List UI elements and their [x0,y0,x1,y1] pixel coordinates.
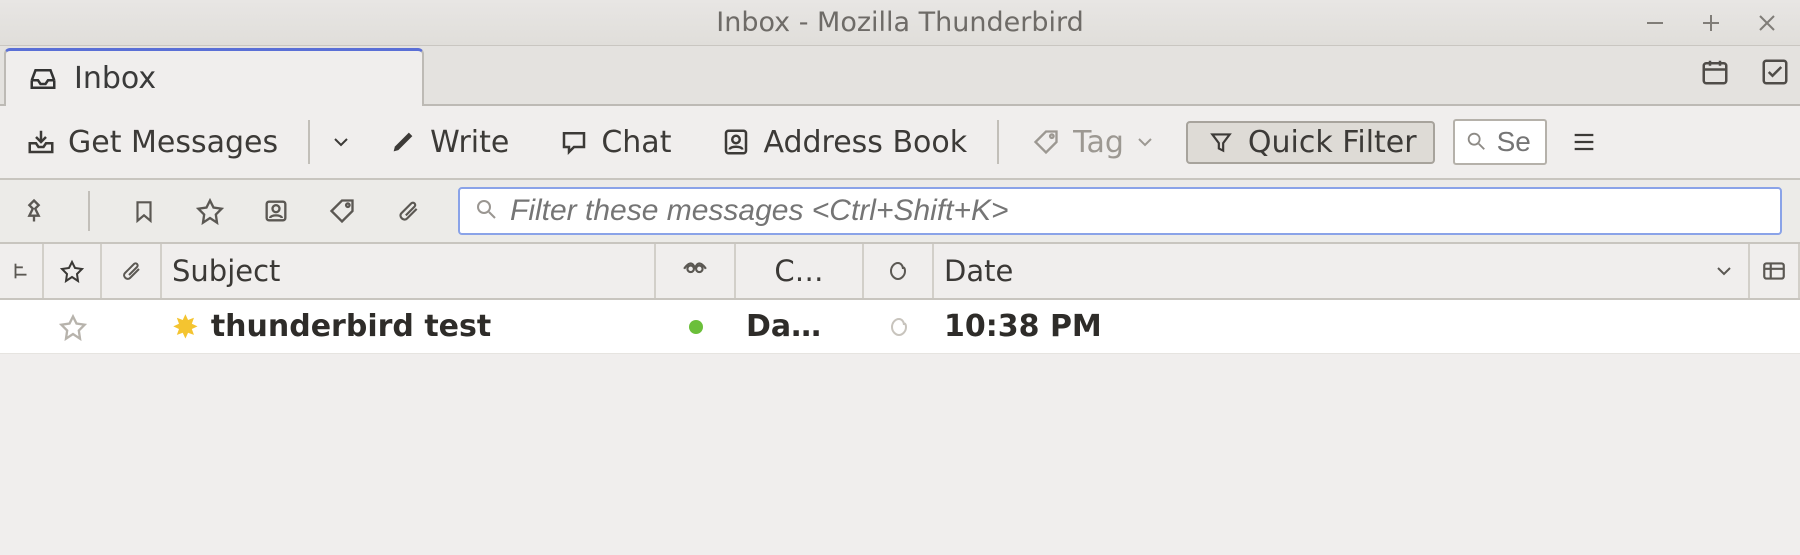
column-correspondents-label: C… [774,254,823,288]
filter-messages-input[interactable] [508,193,1766,229]
tag-label: Tag [1073,125,1124,160]
get-messages-button[interactable]: Get Messages [14,121,288,164]
cell-subject: ✸ thunderbird test [162,308,656,346]
tag-icon [1029,125,1063,159]
cell-read[interactable] [656,320,736,334]
filter-separator [88,191,90,231]
column-subject-label: Subject [172,254,280,288]
chevron-down-icon [1714,254,1734,288]
unread-dot-icon [689,320,703,334]
search-icon [1465,125,1487,160]
toolbar-separator [308,120,310,164]
new-message-icon: ✸ [172,308,199,346]
column-junk[interactable] [864,244,934,298]
address-book-button[interactable]: Address Book [709,121,977,164]
calendar-icon[interactable] [1698,55,1732,89]
address-book-label: Address Book [763,125,967,160]
cell-junk[interactable] [864,315,934,339]
cell-star[interactable] [44,313,102,341]
filter-contacts-icon[interactable] [260,195,292,227]
tab-label: Inbox [74,61,156,96]
filter-attachment-icon[interactable] [392,195,424,227]
column-read[interactable] [656,244,736,298]
write-button[interactable]: Write [376,121,519,164]
column-attachment[interactable] [102,244,162,298]
tab-strip: Inbox [0,46,1800,106]
message-subject: thunderbird test [211,309,491,344]
address-book-icon [719,125,753,159]
tasks-icon[interactable] [1758,55,1792,89]
message-date: 10:38 PM [944,309,1102,344]
message-correspondent: Da… [746,309,821,344]
write-label: Write [430,125,509,160]
chat-icon [557,125,591,159]
toolbar-separator [997,120,999,164]
column-correspondents[interactable]: C… [736,244,864,298]
global-search-input[interactable] [1495,125,1535,159]
quick-filter-button[interactable]: Quick Filter [1186,121,1435,164]
column-thread[interactable] [0,244,44,298]
global-search-box[interactable] [1453,119,1547,165]
filter-unread-icon[interactable] [128,195,160,227]
tab-inbox[interactable]: Inbox [4,48,424,106]
column-subject[interactable]: Subject [162,244,656,298]
column-date[interactable]: Date [934,244,1750,298]
get-messages-label: Get Messages [68,125,278,160]
filter-icon [1204,125,1238,159]
window-maximize-button[interactable] [1696,8,1726,38]
chat-label: Chat [601,125,671,160]
search-icon [474,195,498,228]
tag-button[interactable]: Tag [1019,121,1166,164]
cell-date: 10:38 PM [934,309,1800,344]
app-menu-button[interactable] [1567,125,1601,159]
get-messages-icon [24,125,58,159]
filter-messages-box[interactable] [458,187,1782,235]
get-messages-dropdown[interactable] [330,131,352,153]
filter-starred-icon[interactable] [194,195,226,227]
cell-correspondent: Da… [736,309,864,344]
chat-button[interactable]: Chat [547,121,681,164]
main-toolbar: Get Messages Write Chat Address Book Tag [0,106,1800,180]
window-minimize-button[interactable] [1640,8,1670,38]
column-picker[interactable] [1750,244,1800,298]
inbox-icon [26,62,60,96]
window-title: Inbox - Mozilla Thunderbird [0,7,1800,38]
column-starred[interactable] [44,244,102,298]
pin-filter-icon[interactable] [18,195,50,227]
quick-filter-label: Quick Filter [1248,125,1417,160]
filter-tags-icon[interactable] [326,195,358,227]
chevron-down-icon [1134,131,1156,153]
quick-filter-toolbar [0,180,1800,244]
message-row[interactable]: ✸ thunderbird test Da… 10:38 PM [0,300,1800,354]
column-date-label: Date [944,254,1013,288]
window-close-button[interactable] [1752,8,1782,38]
write-icon [386,125,420,159]
message-list-headers: Subject C… Date [0,244,1800,300]
window-titlebar: Inbox - Mozilla Thunderbird [0,0,1800,46]
